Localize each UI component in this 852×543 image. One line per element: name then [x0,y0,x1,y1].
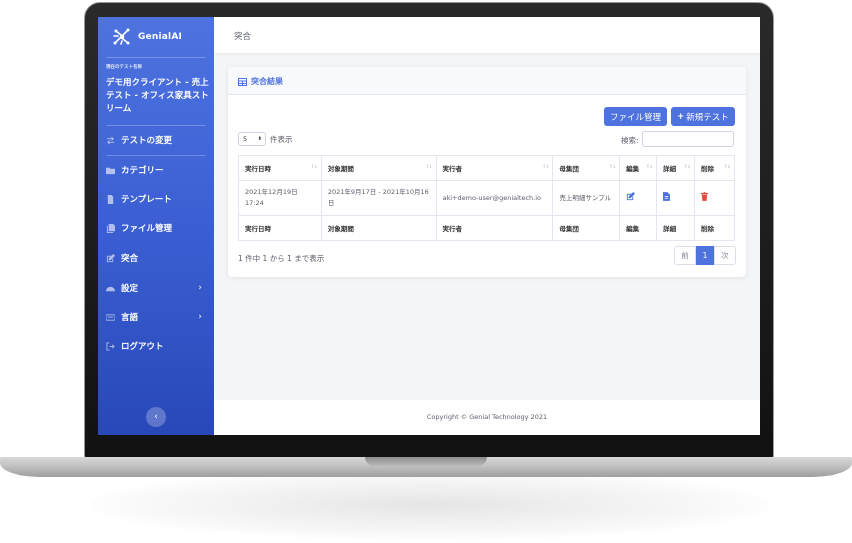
page-length-select[interactable]: 5 ⬍ [238,132,266,146]
cell-edit [619,180,658,216]
sidebar-item-logout[interactable]: ログアウト [106,339,210,353]
column-header-edit[interactable]: 編集 ↑↓ [619,155,658,181]
new-test-label: 新規テスト [686,112,729,123]
pagination: 前 1 次 [674,246,736,265]
copyright: Copyright © Genial Technology 2021 [426,413,548,421]
cell-executed-at: 2021年12月19日 17:24 [238,180,322,216]
edit-icon [106,253,115,262]
page-footer: Copyright © Genial Technology 2021 [214,400,760,435]
table-footer-row: 実行日時 対象期間 実行者 母集団 編集 詳細 削除 [238,215,735,241]
sidebar-item-category[interactable]: カテゴリー [106,163,210,177]
sort-icon: ↑↓ [310,164,317,170]
sidebar-item-label: カテゴリー [121,166,164,176]
sidebar-item-label: テストの変更 [121,136,173,146]
sidebar-item-settings[interactable]: 設定 › [106,281,210,295]
footer-executor: 実行者 [435,215,554,241]
search-label: 検索: [621,136,639,145]
edit-icon[interactable] [626,191,636,201]
column-header-detail[interactable]: 詳細 ↑↓ [656,155,696,181]
footer-detail: 詳細 [656,215,696,241]
column-header-executed-at[interactable]: 実行日時 ↑↓ [238,155,322,181]
keyboard-icon [106,313,115,321]
sidebar-item-label: ログアウト [121,342,164,352]
column-header-period[interactable]: 対象期間 ↑↓ [320,155,437,181]
cell-detail [656,180,696,216]
sidebar-divider [106,125,206,126]
column-header-population[interactable]: 母集団 ↑↓ [552,155,621,181]
cell-delete [694,180,735,216]
logout-icon [106,341,115,351]
new-test-button[interactable]: + 新規テスト [671,107,735,126]
chevron-right-icon: › [198,283,202,293]
page-length-value: 5 [243,135,248,143]
table-header-row: 実行日時 ↑↓ 対象期間 ↑↓ 実行者 ↑↓ 母集団 ↑↓ 編集 ↑↓ 詳細 ↑↓ 削除 ↑↓ [238,155,735,181]
sort-icon: ↑↓ [723,164,731,170]
sidebar-item-reconcile[interactable]: 突合 [106,251,210,265]
cell-population: 売上明細サンプル [552,180,621,216]
card-title-text: 突合結果 [251,77,283,86]
current-test-label: 現在のテスト名称 [106,65,142,70]
laptop-shadow [90,470,770,540]
table-info: 1 件中 1 から 1 まで表示 [238,254,325,263]
sidebar-item-template[interactable]: テンプレート [106,192,210,206]
gauge-icon [106,286,115,291]
brand[interactable]: GenialAI [112,24,212,50]
select-arrows-icon: ⬍ [257,136,262,142]
column-header-delete[interactable]: 削除 ↑↓ [694,155,735,181]
copy-icon [106,223,115,233]
cell-executor: aki+demo-user@genialtech.io [435,180,554,216]
app-screen: GenialAI 現在のテスト名称 デモ用クライアント - 売上テスト - オフ… [98,17,760,435]
sort-icon: ↑↓ [608,164,616,170]
footer-period: 対象期間 [320,215,437,241]
sidebar-item-label: 言語 [121,313,139,323]
sidebar-item-label: 突合 [121,254,139,264]
sidebar-item-language[interactable]: 言語 › [106,310,210,324]
folder-icon [106,167,115,174]
sidebar-item-label: ファイル管理 [121,224,173,234]
sidebar-divider [106,155,206,156]
brand-name: GenialAI [138,32,183,42]
sidebar-item-file-manage[interactable]: ファイル管理 [106,221,210,235]
footer-population: 母集団 [552,215,621,241]
pagination-prev[interactable]: 前 [674,246,696,265]
footer-delete: 削除 [694,215,735,241]
card-title: 突合結果 [238,76,283,87]
sort-icon: ↑↓ [683,164,691,170]
laptop-notch [365,457,487,466]
results-card: 突合結果 ファイル管理 + 新規テスト 5 ⬍ 件表示 検索: 実行日時 ↑↓ 対… [228,67,746,277]
sort-icon: ↑↓ [425,164,432,170]
footer-executed-at: 実行日時 [238,215,322,241]
sidebar-toggle-button[interactable]: ‹ [146,407,166,427]
file-icon [107,194,114,204]
page-length-label: 件表示 [270,135,293,144]
column-header-executor[interactable]: 実行者 ↑↓ [435,155,554,181]
sidebar: GenialAI 現在のテスト名称 デモ用クライアント - 売上テスト - オフ… [98,17,214,435]
topbar: 突合 [214,17,760,53]
sidebar-divider [106,57,206,58]
file-icon[interactable] [663,191,671,201]
current-test-name: デモ用クライアント - 売上テスト - オフィス家具ストリーム [106,78,209,114]
results-table: 実行日時 ↑↓ 対象期間 ↑↓ 実行者 ↑↓ 母集団 ↑↓ 編集 ↑↓ 詳細 ↑↓ 削除 ↑↓… [238,155,735,241]
genialai-logo-icon [113,28,130,45]
trash-icon[interactable] [701,191,709,201]
chevron-right-icon: › [198,312,202,322]
table-icon [238,77,247,86]
pagination-page-1[interactable]: 1 [696,246,714,265]
sort-icon: ↑↓ [645,164,653,170]
card-header: 突合結果 [228,67,746,95]
file-manage-button[interactable]: ファイル管理 [604,107,667,126]
table-row: 2021年12月19日 17:24 2021年9月17日 - 2021年10月1… [238,180,735,216]
search-input[interactable] [642,131,734,147]
sidebar-item-label: テンプレート [121,195,172,205]
pagination-next[interactable]: 次 [714,246,736,265]
sort-icon: ↑↓ [541,164,549,170]
page-title: 突合 [234,32,252,42]
sidebar-item-label: 設定 [121,284,139,294]
cell-period: 2021年9月17日 - 2021年10月16日 [320,180,437,216]
plus-icon: + [677,111,685,122]
footer-edit: 編集 [619,215,658,241]
swap-icon [106,136,115,144]
sidebar-item-change-test[interactable]: テストの変更 [106,133,210,147]
